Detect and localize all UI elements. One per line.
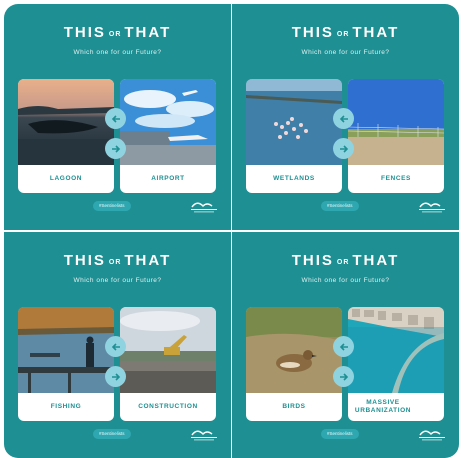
hashtag-badge: #Sentinelists [93, 201, 131, 211]
tile-birds-urbanization[interactable]: THIS OR THAT Which one for our Future? BIR… [232, 232, 459, 458]
arrow-left-icon[interactable] [333, 108, 354, 129]
arrow-left-icon[interactable] [105, 336, 126, 357]
tile-subtitle: Which one for our Future? [301, 49, 390, 56]
option-label: AIRPORT [151, 175, 185, 182]
urbanization-photo [348, 307, 444, 393]
hashtag-badge: #Sentinelists [321, 429, 359, 439]
lagoon-photo [18, 79, 114, 165]
tile-title: THIS OR THAT [4, 253, 231, 272]
arrow-right-icon[interactable] [333, 366, 354, 387]
option-card-fishing[interactable]: FISHING [18, 307, 114, 421]
title-that: THAT [124, 24, 172, 41]
tile-title: THIS OR THAT [232, 253, 459, 272]
fences-photo [348, 79, 444, 165]
tile-fishing-construction[interactable]: THIS OR THAT Which one for our Future? FIS… [4, 232, 231, 458]
option-label: WETLANDS [273, 175, 315, 182]
option-label: FISHING [50, 403, 82, 410]
tile-title: THIS OR THAT [232, 25, 459, 44]
option-card-construction[interactable]: CONSTRUCTION [120, 307, 216, 421]
title-that: THAT [124, 252, 172, 269]
tile-subtitle: Which one for our Future? [73, 277, 162, 284]
title-this: THIS [63, 24, 106, 41]
organization-logo [191, 430, 217, 441]
title-or: OR [108, 259, 122, 266]
title-or: OR [108, 31, 122, 38]
arrow-left-icon[interactable] [105, 108, 126, 129]
title-this: THIS [63, 252, 106, 269]
arrow-right-icon[interactable] [105, 138, 126, 159]
option-card-wetlands[interactable]: WETLANDS [246, 79, 342, 193]
option-card-airport[interactable]: AIRPORT [120, 79, 216, 193]
tile-lagoon-airport[interactable]: THIS OR THAT Which one for our Future? LAG… [4, 4, 231, 230]
title-or: OR [336, 31, 350, 38]
option-label: CONSTRUCTION [138, 403, 198, 410]
option-card-fences[interactable]: FENCES [348, 79, 444, 193]
construction-photo [120, 307, 216, 393]
option-card-lagoon[interactable]: LAGOON [18, 79, 114, 193]
title-that: THAT [352, 24, 400, 41]
option-label: FENCES [381, 175, 411, 182]
title-this: THIS [291, 252, 334, 269]
tile-title: THIS OR THAT [4, 25, 231, 44]
title-this: THIS [291, 24, 334, 41]
option-label: BIRDS [282, 403, 306, 410]
birds-photo [246, 307, 342, 393]
wetlands-photo [246, 79, 342, 165]
arrow-right-icon[interactable] [333, 138, 354, 159]
title-or: OR [336, 259, 350, 266]
organization-logo [419, 202, 445, 213]
airport-photo [120, 79, 216, 165]
option-card-massive-urbanization[interactable]: MASSIVE URBANIZATION [348, 307, 444, 421]
hashtag-badge: #Sentinelists [93, 429, 131, 439]
tile-wetlands-fences[interactable]: THIS OR THAT Which one for our Future? WET… [232, 4, 459, 230]
title-that: THAT [352, 252, 400, 269]
organization-logo [419, 430, 445, 441]
option-label: LAGOON [49, 175, 83, 182]
tile-subtitle: Which one for our Future? [301, 277, 390, 284]
organization-logo [191, 202, 217, 213]
fishing-photo [18, 307, 114, 393]
option-label: MASSIVE URBANIZATION [354, 399, 412, 414]
arrow-left-icon[interactable] [333, 336, 354, 357]
hashtag-badge: #Sentinelists [321, 201, 359, 211]
tile-subtitle: Which one for our Future? [73, 49, 162, 56]
this-or-that-grid: THIS OR THAT Which one for our Future? LAG… [4, 4, 459, 458]
option-card-birds[interactable]: BIRDS [246, 307, 342, 421]
arrow-right-icon[interactable] [105, 366, 126, 387]
